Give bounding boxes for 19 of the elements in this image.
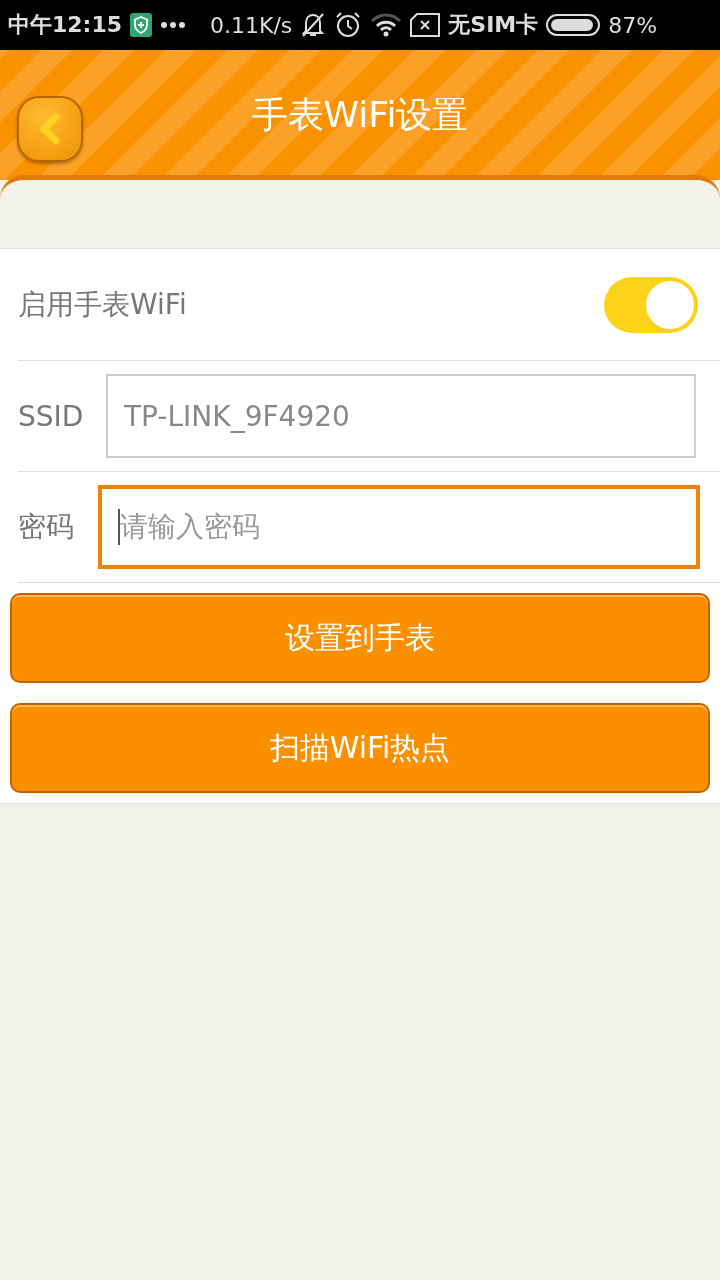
input-field[interactable]: 请输入密码 xyxy=(98,485,700,569)
action-button[interactable]: 设置到手表 xyxy=(10,593,710,683)
battery-percent: 87% xyxy=(608,12,658,38)
no-sim-icon xyxy=(410,13,441,37)
field-label: SSID xyxy=(18,399,85,433)
shield-icon xyxy=(130,13,153,37)
battery-icon xyxy=(546,14,601,36)
bell-off-icon xyxy=(300,11,327,39)
network-speed: 0.11K/s xyxy=(210,12,293,38)
wifi-enable-label: 启用手表WiFi xyxy=(18,286,187,323)
more-icon xyxy=(160,21,187,29)
input-field[interactable]: TP-LINK_9F4920 xyxy=(106,374,696,458)
sim-status: 无SIM卡 xyxy=(448,11,539,39)
back-button[interactable] xyxy=(17,96,83,162)
action-button[interactable]: 扫描WiFi热点 xyxy=(10,703,710,793)
header-title: 手表WiFi设置 xyxy=(251,92,469,137)
wifi-icon xyxy=(370,13,403,37)
field-label: 密码 xyxy=(18,509,75,545)
status-time: 中午12:15 xyxy=(8,11,123,39)
